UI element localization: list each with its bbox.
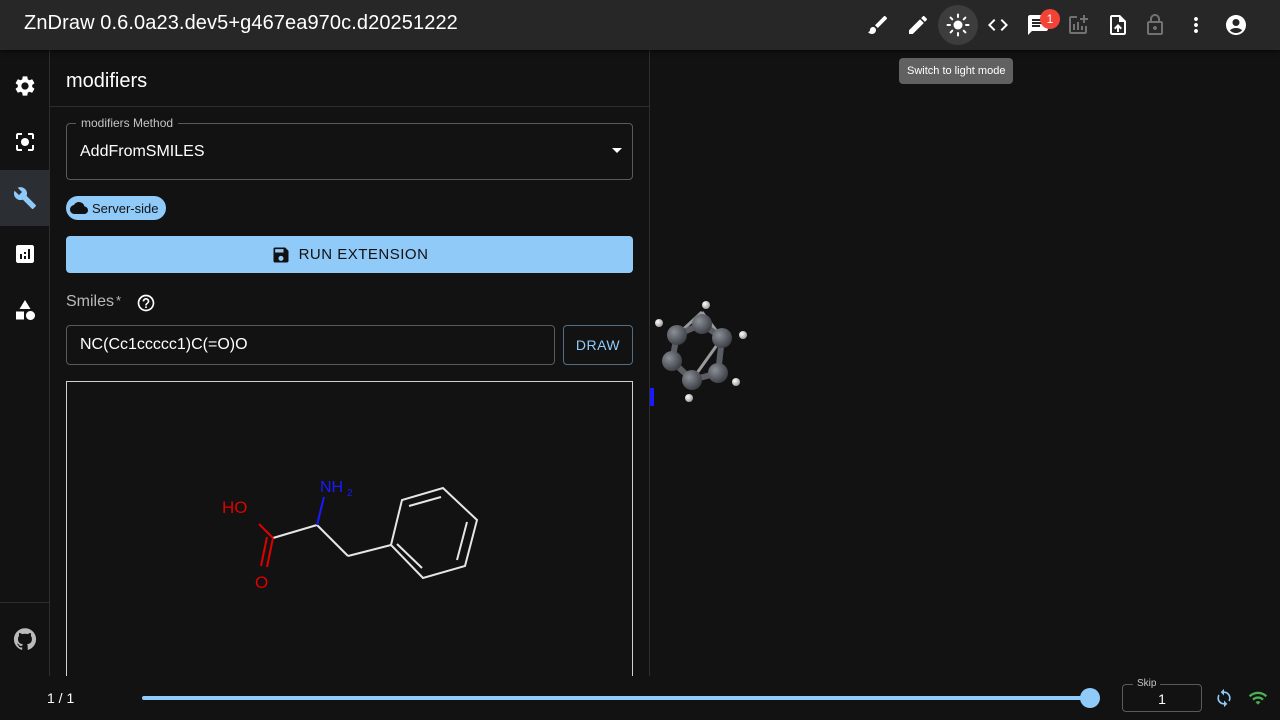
- atom-label-ho: HO: [222, 498, 248, 517]
- atom-label-o: O: [255, 573, 268, 592]
- bond: [408, 496, 442, 507]
- lock-button[interactable]: [1135, 5, 1175, 45]
- help-icon: [137, 294, 155, 312]
- sidebar-rail: [0, 50, 50, 676]
- add-chart-icon: [1069, 15, 1088, 34]
- bond-co: [266, 537, 274, 568]
- bond-oh: [258, 523, 274, 539]
- viewer-canvas[interactable]: [650, 50, 1280, 676]
- atom-label-n-subscript: 2: [347, 488, 353, 499]
- modifiers-panel: modifiers modifiers Method AddFromSMILES…: [50, 50, 650, 676]
- method-select-label: modifiers Method: [76, 116, 179, 130]
- frame-slider-thumb[interactable]: [1080, 688, 1100, 708]
- smiles-label: Smiles *: [66, 293, 121, 311]
- upload-file-button[interactable]: [1098, 5, 1138, 45]
- save-icon: [273, 247, 289, 262]
- sidebar-item-selection[interactable]: [0, 114, 49, 170]
- skip-label: Skip: [1133, 678, 1161, 689]
- geometry-icon: [15, 300, 35, 320]
- bond-co: [260, 536, 268, 567]
- chat-badge: 1: [1040, 9, 1060, 29]
- run-extension-label: RUN EXTENSION: [298, 246, 429, 263]
- modifiers-icon: [13, 187, 36, 209]
- loop-button[interactable]: [1214, 688, 1234, 708]
- frame-counter: 1 / 1: [47, 690, 75, 706]
- brush-icon: [868, 15, 888, 35]
- sync-icon: [1217, 688, 1231, 708]
- sidebar-item-modifiers[interactable]: [0, 170, 49, 226]
- method-select[interactable]: modifiers Method AddFromSMILES: [66, 116, 633, 180]
- help-button[interactable]: [136, 293, 156, 313]
- more-vert-icon: [1194, 17, 1198, 33]
- run-extension-button[interactable]: RUN EXTENSION: [66, 236, 633, 273]
- more-menu-button[interactable]: [1176, 5, 1216, 45]
- bond: [456, 521, 468, 561]
- molecule-structure-drawing: HO O NH 2: [222, 479, 479, 592]
- pencil-icon: [909, 15, 928, 35]
- upload-file-icon: [1110, 15, 1126, 35]
- bond-cn: [316, 496, 325, 526]
- chip-label: Server-side: [92, 200, 159, 216]
- atom-label-n: NH: [320, 479, 343, 496]
- add-chart-button[interactable]: [1058, 5, 1098, 45]
- code-button[interactable]: [978, 5, 1018, 45]
- frame-slider-track[interactable]: [142, 696, 1090, 700]
- edit-button[interactable]: [898, 5, 938, 45]
- account-icon: [1226, 15, 1246, 35]
- panel-divider: [50, 106, 649, 107]
- lock-icon: [1147, 14, 1163, 35]
- playback-footer: 1 / 1 Skip 1: [0, 676, 1280, 720]
- selection-icon: [15, 133, 34, 151]
- draw-button[interactable]: DRAW: [563, 325, 633, 365]
- sidebar-item-geometry[interactable]: [0, 282, 49, 338]
- sidebar-item-analysis[interactable]: [0, 226, 49, 282]
- code-icon: [988, 19, 1008, 31]
- bond: [272, 524, 318, 539]
- cloud-icon: [70, 202, 88, 214]
- light-mode-icon: [946, 13, 970, 37]
- server-side-chip: Server-side: [66, 196, 167, 220]
- nitrogen-fragment: [650, 388, 654, 406]
- analysis-icon: [15, 245, 34, 263]
- molecule-preview: HO O NH 2: [66, 381, 633, 676]
- bond: [316, 524, 349, 557]
- chat-button[interactable]: 1: [1018, 5, 1060, 45]
- github-icon: [13, 628, 36, 650]
- skip-input[interactable]: Skip 1: [1122, 678, 1202, 712]
- brush-button[interactable]: [858, 5, 898, 45]
- dropdown-arrow-icon: [612, 148, 622, 153]
- sidebar-item-settings[interactable]: [0, 58, 49, 114]
- connection-status: [1248, 688, 1268, 708]
- account-button[interactable]: [1216, 5, 1256, 45]
- app-title: ZnDraw 0.6.0a23.dev5+g467ea970c.d2025122…: [24, 12, 458, 34]
- app-bar: ZnDraw 0.6.0a23.dev5+g467ea970c.d2025122…: [0, 0, 1280, 50]
- github-link[interactable]: [0, 611, 49, 667]
- settings-icon: [15, 76, 34, 96]
- skip-value: 1: [1158, 691, 1166, 707]
- smiles-input[interactable]: NC(Cc1ccccc1)C(=O)O: [66, 325, 555, 365]
- rail-divider: [0, 602, 49, 603]
- bond: [347, 544, 392, 557]
- panel-title: modifiers: [66, 70, 148, 92]
- method-select-value: AddFromSMILES: [80, 143, 205, 160]
- wifi-icon: [1248, 691, 1268, 705]
- smiles-label-text: Smiles: [66, 293, 115, 310]
- theme-tooltip: Switch to light mode: [899, 58, 1014, 84]
- molecule-3d-render: [650, 301, 747, 406]
- required-marker: *: [116, 293, 122, 308]
- theme-toggle-button[interactable]: [938, 5, 978, 45]
